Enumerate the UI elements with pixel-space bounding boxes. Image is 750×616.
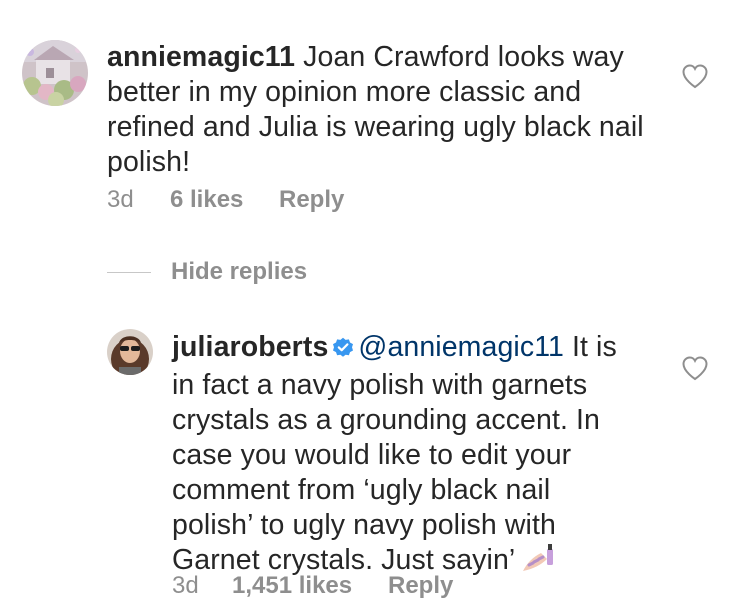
comment-meta: 3d 1,451 likes Reply bbox=[172, 571, 453, 601]
heart-outline-icon[interactable] bbox=[681, 355, 709, 383]
reply-button[interactable]: Reply bbox=[388, 571, 453, 601]
comment-body: juliaroberts @anniemagic11 It is in fact … bbox=[172, 330, 634, 582]
username-link[interactable]: juliaroberts bbox=[172, 331, 328, 363]
avatar[interactable] bbox=[107, 329, 153, 375]
heart-outline-icon[interactable] bbox=[681, 63, 709, 91]
comment-age: 3d bbox=[172, 572, 199, 599]
username-link[interactable]: anniemagic11 bbox=[107, 41, 295, 73]
likes-count[interactable]: 6 likes bbox=[170, 185, 279, 215]
nail-polish-emoji bbox=[521, 543, 557, 582]
cottage-garden-avatar-icon bbox=[22, 40, 88, 106]
avatar[interactable] bbox=[22, 40, 88, 106]
replies-divider bbox=[107, 271, 151, 273]
portrait-avatar-icon bbox=[107, 329, 153, 375]
comment-text: It is in fact a navy polish with garnets… bbox=[172, 331, 617, 576]
verified-badge-icon bbox=[332, 333, 354, 368]
comment-body: anniemagic11 Joan Crawford looks way bet… bbox=[107, 40, 647, 180]
comment-meta: 3d 6 likes Reply bbox=[107, 185, 344, 215]
hide-replies-button[interactable]: Hide replies bbox=[107, 256, 307, 288]
reply-button[interactable]: Reply bbox=[279, 185, 344, 215]
hide-replies-label: Hide replies bbox=[171, 258, 308, 285]
likes-count[interactable]: 1,451 likes bbox=[232, 571, 388, 601]
mention-link[interactable]: @anniemagic11 bbox=[358, 331, 564, 363]
comment-age: 3d bbox=[107, 186, 134, 213]
